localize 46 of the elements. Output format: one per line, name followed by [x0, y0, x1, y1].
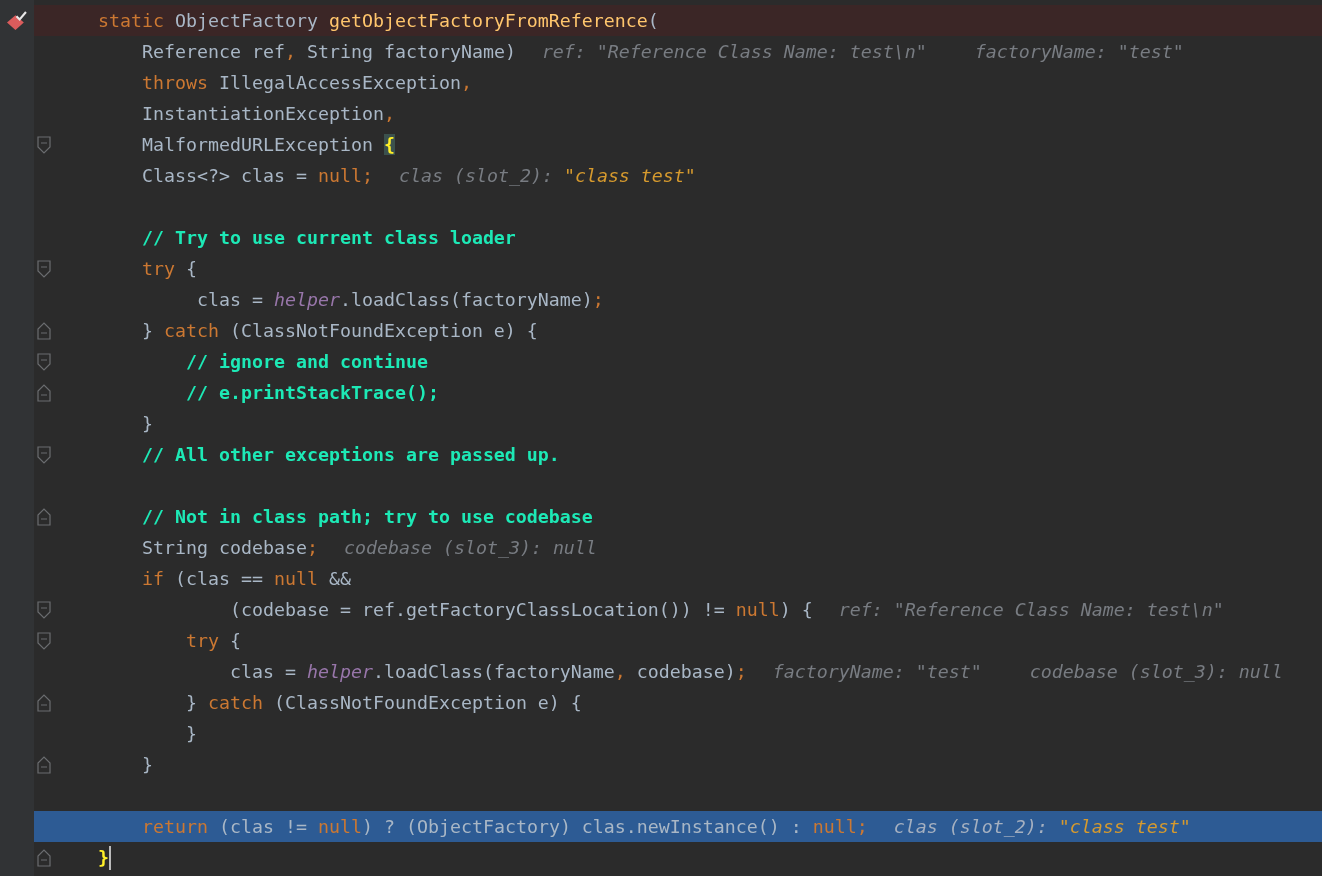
inline-hint: factoryName: "test": [974, 41, 1184, 62]
code-line: return (clas != null) ? (ObjectFactory) clas.newInstance() : null;: [140, 816, 868, 837]
code-line: // Not in class path; try to use codebase: [140, 506, 593, 527]
code-line: // All other exceptions are passed up.: [140, 444, 560, 465]
code-line: }: [184, 723, 197, 744]
unfold-icon[interactable]: [37, 755, 51, 774]
unfold-icon[interactable]: [37, 848, 51, 867]
fold-icon[interactable]: [37, 259, 51, 278]
inline-hint: ref: "Reference Class Name: test\n": [541, 41, 927, 62]
code-line: // Try to use current class loader: [140, 227, 516, 248]
inline-hint: codebase (slot_3): null: [343, 537, 597, 558]
code-line: static ObjectFactory getObjectFactoryFromReference(: [97, 10, 659, 31]
code-line: InstantiationException,: [140, 103, 395, 124]
inline-hint: clas (slot_2): "class test": [893, 816, 1191, 837]
fold-icon[interactable]: [37, 445, 51, 464]
code-line: }: [97, 847, 109, 868]
unfold-icon[interactable]: [37, 383, 51, 402]
fold-icon[interactable]: [37, 631, 51, 650]
code-line: }: [140, 754, 153, 775]
code-line: if (clas == null &&: [140, 568, 351, 589]
code-line: clas = helper.loadClass(factoryName);: [195, 289, 604, 310]
fold-icon[interactable]: [37, 600, 51, 619]
code-line: }: [140, 413, 153, 434]
code-line: String codebase;: [140, 537, 318, 558]
code-line: try {: [140, 258, 197, 279]
code-line: } catch (ClassNotFoundException e) {: [140, 320, 538, 341]
unfold-icon[interactable]: [37, 693, 51, 712]
code-line: Class<?> clas = null;: [140, 165, 373, 186]
breakpoint-icon[interactable]: [6, 10, 28, 31]
code-line: MalformedURLException {: [140, 134, 395, 155]
code-line: (codebase = ref.getFactoryClassLocation()) != null) {: [228, 599, 813, 620]
inline-hint: ref: "Reference Class Name: test\n": [838, 599, 1224, 620]
code-line: // ignore and continue: [184, 351, 428, 372]
code-line: throws IllegalAccessException,: [140, 72, 472, 93]
inline-hint: clas (slot_2): "class test": [398, 165, 696, 186]
code-line: } catch (ClassNotFoundException e) {: [184, 692, 582, 713]
inline-hint: codebase (slot_3): null: [1029, 661, 1283, 682]
fold-icon[interactable]: [37, 352, 51, 371]
unfold-icon[interactable]: [37, 507, 51, 526]
code-line: try {: [184, 630, 241, 651]
code-line: clas = helper.loadClass(factoryName, codebase);: [228, 661, 747, 682]
fold-icon[interactable]: [37, 135, 51, 154]
inline-hint: factoryName: "test": [772, 661, 982, 682]
code-line: // e.printStackTrace();: [184, 382, 439, 403]
code-line: Reference ref, String factoryName): [140, 41, 516, 62]
unfold-icon[interactable]: [37, 321, 51, 340]
